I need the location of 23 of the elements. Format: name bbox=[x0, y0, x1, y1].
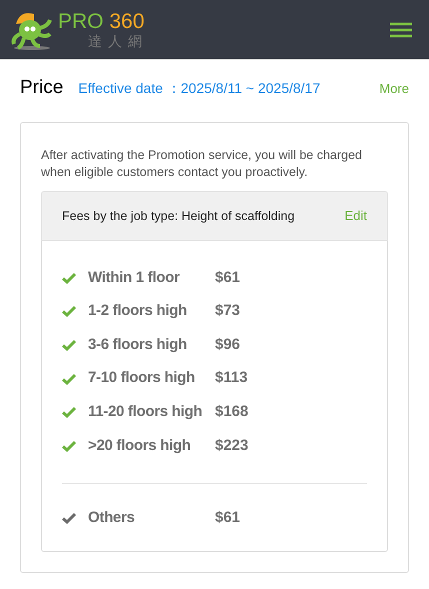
tier-price: $61 bbox=[215, 268, 240, 288]
fees-title: Fees by the job type: Height of scaffolding bbox=[62, 208, 295, 225]
tier-price: $223 bbox=[215, 436, 248, 456]
tier-price: $73 bbox=[215, 301, 240, 322]
more-link[interactable]: More bbox=[379, 79, 409, 98]
tier-price: $113 bbox=[215, 368, 248, 388]
tier-label: 11-20 floors high bbox=[88, 402, 204, 422]
logo-text: PRO 360 bbox=[58, 11, 146, 32]
tier-price: $61 bbox=[215, 508, 240, 528]
tier-label: 3-6 floors high bbox=[88, 334, 188, 355]
tier-label: 7-10 floors high bbox=[88, 368, 196, 388]
tier-price: $168 bbox=[215, 402, 248, 422]
price-title: Price bbox=[20, 76, 64, 100]
tier-label: 1-2 floors high bbox=[88, 301, 188, 322]
menu-icon[interactable] bbox=[390, 22, 412, 38]
tier-price: $96 bbox=[215, 334, 240, 355]
tier-label: Within 1 floor bbox=[88, 268, 181, 288]
edit-link[interactable]: Edit bbox=[344, 206, 367, 226]
tier-label: >20 floors high bbox=[88, 436, 192, 456]
logo-subtitle: 達人網 bbox=[88, 34, 148, 48]
notice-text: After activating the Promotion service, you will be charged when eligible customers contact you proactively. bbox=[41, 147, 363, 181]
effective-date: Effective date ：2025/8/11 ~ 2025/8/17 bbox=[78, 79, 320, 98]
tier-label: Others bbox=[88, 508, 136, 528]
